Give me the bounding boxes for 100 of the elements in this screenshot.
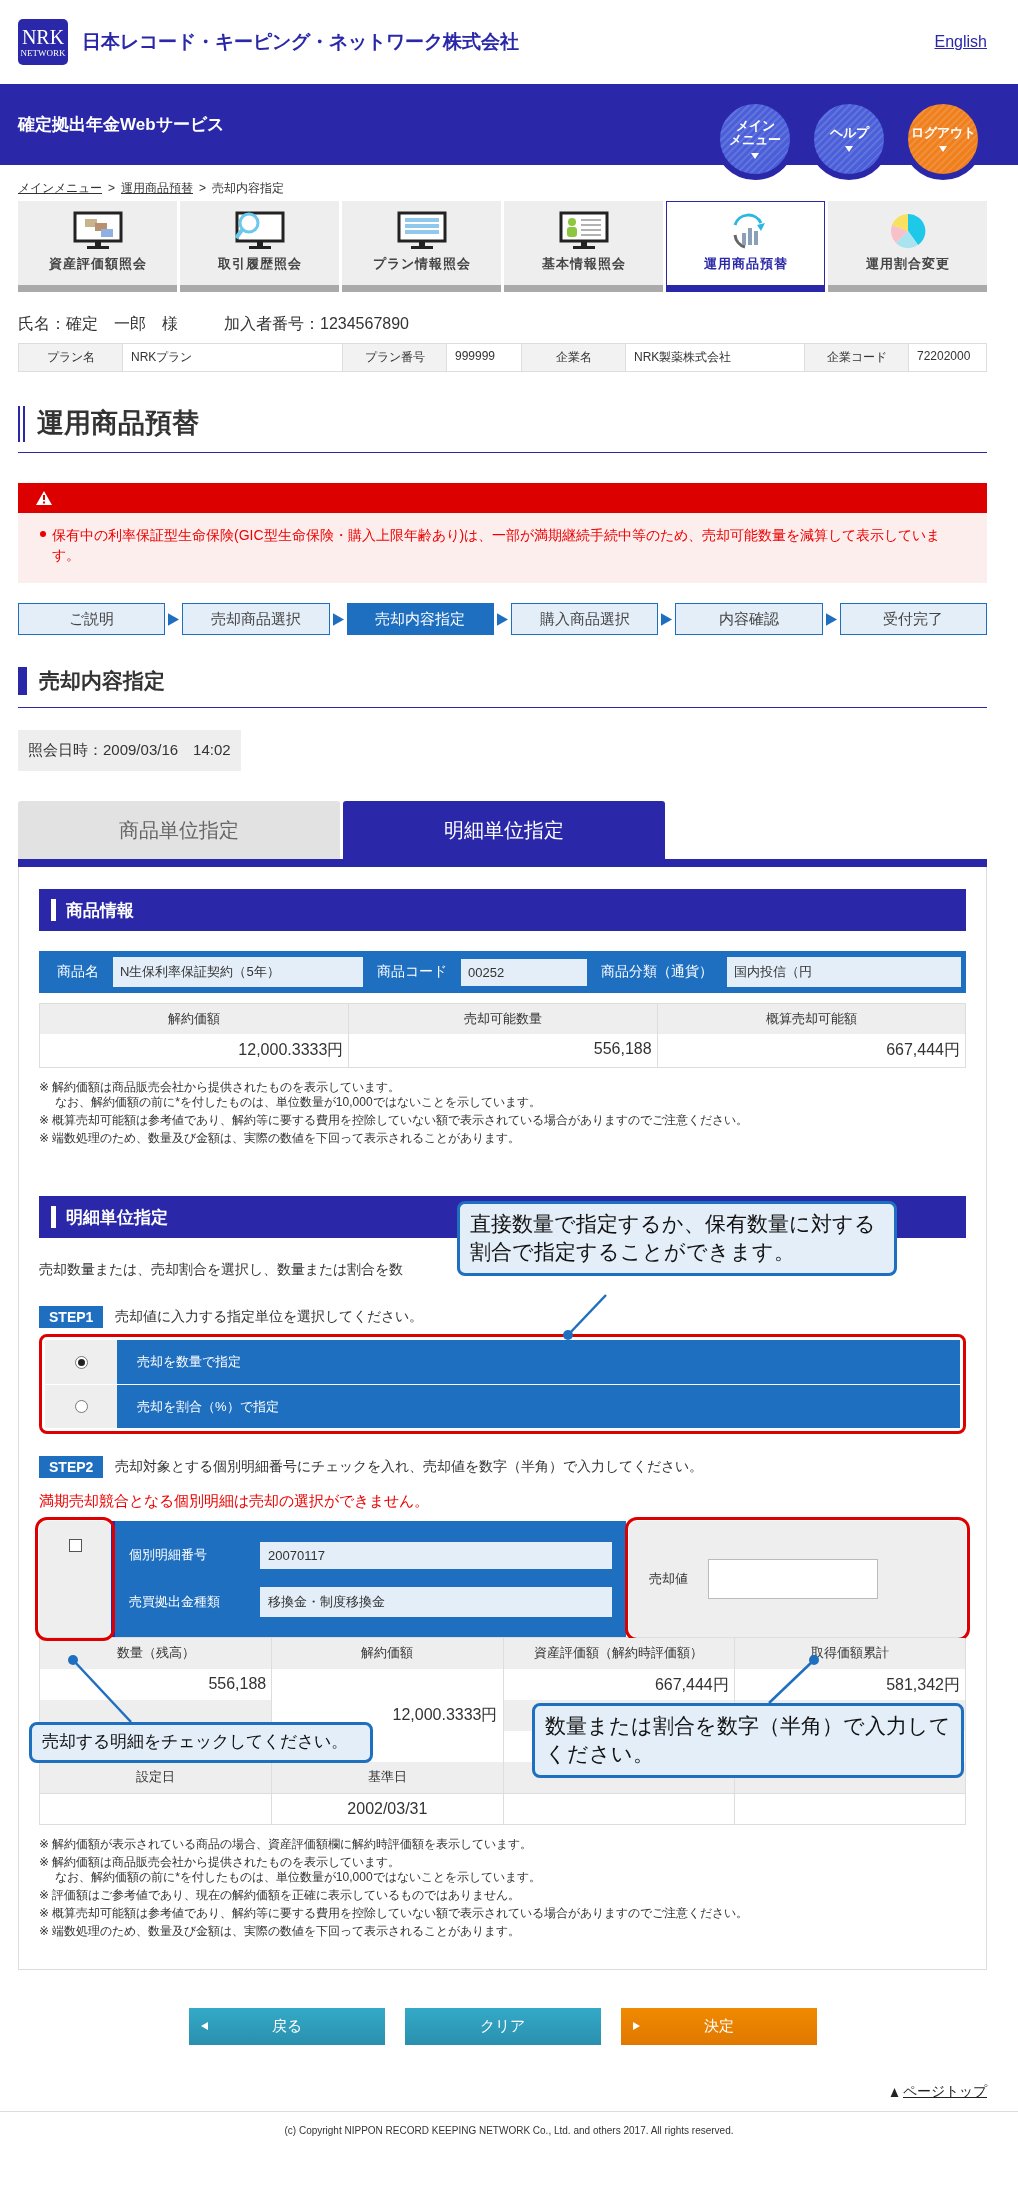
- breadcrumb-separator: >: [108, 181, 115, 195]
- field-label: 個別明細番号: [129, 1546, 208, 1564]
- step-arrow-icon: [168, 612, 180, 626]
- note-text: ※ 端数処理のため、数量及び金額は、実際の数値を下回って表示されることがあります。: [39, 1924, 522, 1939]
- nav-tile[interactable]: 運用商品預替: [666, 201, 825, 292]
- step-item: 売却商品選択: [182, 603, 330, 635]
- table-header: 概算売却可能額: [656, 1004, 965, 1034]
- alert-message: 保有中の利率保証型生命保険(GIC型生命保険・購入上限年齢あり)は、一部が満期継続手続中等のため、売却可能数量を減算して表示しています。: [52, 526, 942, 565]
- step-arrow-icon: [825, 612, 837, 626]
- note-text: ※ 解約価額は商品販売会社から提供されたものを表示しています。 なお、解約価額の前に*を付したものは、単位数量が10,000ではないことを示しています。: [39, 1855, 542, 1885]
- left-triangle-icon: [200, 2022, 208, 2030]
- leader-line: [563, 1294, 607, 1340]
- page-title: 運用商品預替: [18, 406, 987, 442]
- table-cell: 2002/03/31: [271, 1793, 503, 1824]
- step-item: 購入商品選択: [511, 603, 659, 635]
- monitor-icon: [558, 211, 609, 251]
- info-label: プラン番号: [342, 344, 446, 371]
- step-badge: STEP1: [39, 1306, 104, 1328]
- callout: 売却する明細をチェックしてください。: [29, 1722, 373, 1763]
- table-header: 資産評価額（解約時評価額）: [502, 1638, 734, 1669]
- caret-icon: [939, 146, 947, 152]
- nav-tile[interactable]: 運用割合変更: [828, 201, 987, 292]
- table-header: 解約価額: [40, 1004, 349, 1034]
- step-badge: STEP2: [39, 1456, 104, 1478]
- table-header: 解約価額: [271, 1638, 503, 1669]
- note-text: ※ 概算売却可能額は参考値であり、解約等に要する費用を控除していない額で表示されている場合がありますのでご注意ください。: [39, 1113, 750, 1128]
- caret-icon: [845, 146, 853, 152]
- step-item: 内容確認: [675, 603, 823, 635]
- sale-value-input[interactable]: [708, 1559, 878, 1599]
- note-text: ※ 解約価額が表示されている商品の場合、資産評価額欄に解約時評価額を表示しています。: [39, 1837, 534, 1852]
- caret-icon: [751, 153, 759, 159]
- radio-button[interactable]: [74, 1355, 88, 1369]
- heading-marker: [51, 1206, 56, 1228]
- nav-tile[interactable]: 資産評価額照会: [18, 201, 177, 292]
- info-label: 企業名: [521, 344, 625, 371]
- company-name: 日本レコード・キーピング・ネットワーク株式会社: [82, 30, 519, 54]
- heading-marker: [51, 899, 56, 921]
- tab[interactable]: 商品単位指定: [18, 801, 340, 859]
- monitor-icon: [72, 211, 123, 251]
- step-instruction: 売却値に入力する指定単位を選択してください。: [115, 1308, 424, 1326]
- table-header: 基準日: [271, 1762, 503, 1793]
- bullet-icon: [40, 531, 46, 537]
- checkbox[interactable]: [68, 1539, 82, 1552]
- callout: 数量または割合を数字（半角）で入力してください。: [532, 1703, 964, 1778]
- step-instruction: 売却対象とする個別明細番号にチェックを入れ、売却値を数字（半角）で入力してください。: [115, 1458, 704, 1476]
- field-label: 商品名: [57, 963, 99, 981]
- up-triangle-icon: [889, 2087, 900, 2097]
- field-label: 商品コード: [377, 963, 447, 981]
- breadcrumb-separator: >: [199, 181, 207, 195]
- note-text: ※ 概算売却可能額は参考値であり、解約等に要する費用を控除していない額で表示されている場合がありますのでご注意ください。: [39, 1906, 750, 1921]
- breadcrumb-link[interactable]: 運用商品預替: [121, 179, 193, 197]
- section-bar-title: 商品情報: [66, 899, 134, 922]
- table-header: 数量（残高）: [40, 1638, 272, 1669]
- nav-tile[interactable]: 取引履歴照会: [180, 201, 339, 292]
- radio-button[interactable]: [74, 1400, 88, 1413]
- field-label: 売買拠出金種類: [129, 1592, 221, 1611]
- section-title: 売却内容指定: [18, 667, 987, 695]
- page-top-link[interactable]: ページトップ: [903, 2083, 987, 2101]
- step-item: 売却内容指定: [346, 603, 494, 635]
- nav-tile[interactable]: 基本情報照会: [504, 201, 663, 292]
- warning-text: 満期売却競合となる個別明細は売却の選択ができません。: [39, 1492, 430, 1511]
- language-link[interactable]: English: [934, 33, 987, 51]
- field-value: 20070117: [260, 1541, 612, 1569]
- step-item: ご説明: [18, 603, 166, 635]
- warning-icon: [36, 491, 52, 505]
- field-value: 移換金・制度移換金: [260, 1586, 612, 1617]
- member-number: 加入者番号：1234567890: [224, 314, 409, 334]
- breadcrumb-current: 売却内容指定: [212, 179, 285, 197]
- tab[interactable]: 明細単位指定: [343, 801, 665, 859]
- service-title: 確定拠出年金Webサービス: [18, 114, 224, 136]
- step-arrow-icon: [661, 612, 673, 626]
- company-logo: NRK NETWORK: [18, 19, 68, 65]
- copyright-text: (c) Copyright NIPPON RECORD KEEPING NETWORK Co., Ltd. and others 2017. All rights reserved.: [284, 2125, 734, 2136]
- step-arrow-icon: [497, 612, 508, 626]
- field-value: 00252: [461, 958, 587, 986]
- monitor-icon: [396, 211, 447, 251]
- query-time: 照会日時：2009/03/16 14:02: [18, 730, 241, 771]
- breadcrumb-link[interactable]: メインメニュー: [18, 179, 102, 197]
- intro-text: 売却数量または、売却割合を選択し、数量または割合を数: [39, 1260, 403, 1279]
- table-header: 設定日: [40, 1762, 272, 1793]
- nav-tile[interactable]: プラン情報照会: [342, 201, 501, 292]
- section-bar-title: 明細単位指定: [66, 1206, 168, 1229]
- member-name: 氏名：確定 一郎 様: [18, 314, 178, 334]
- option-label[interactable]: 売却を数量で指定: [117, 1340, 960, 1384]
- right-triangle-icon: [632, 2022, 640, 2030]
- field-label: 商品分類（通貨）: [601, 963, 713, 981]
- field-label: 売却値: [649, 1570, 688, 1588]
- table-header: 売却可能数量: [348, 1004, 657, 1034]
- callout: 直接数量で指定するか、保有数量に対する割合で指定することができます。: [457, 1201, 897, 1276]
- step-item: 受付完了: [839, 603, 987, 635]
- option-label[interactable]: 売却を割合（%）で指定: [117, 1385, 960, 1428]
- note-text: ※ 評価額はご参考値であり、現在の解約価額を正確に表示しているものではありません。: [39, 1888, 522, 1903]
- note-text: ※ 端数処理のため、数量及び金額は、実際の数値を下回って表示されることがあります。: [39, 1131, 522, 1146]
- note-text: ※ 解約価額は商品販売会社から提供されたものを表示しています。 なお、解約価額の前に*を付したものは、単位数量が10,000ではないことを示しています。: [39, 1080, 542, 1110]
- info-label: プラン名: [19, 344, 122, 371]
- field-value: N生保利率保証契約（5年）: [113, 957, 363, 987]
- field-value: 国内投信（円: [727, 957, 961, 987]
- info-label: 企業コード: [804, 344, 908, 371]
- magnifier-monitor-icon: [234, 211, 285, 251]
- step-arrow-icon: [332, 612, 344, 626]
